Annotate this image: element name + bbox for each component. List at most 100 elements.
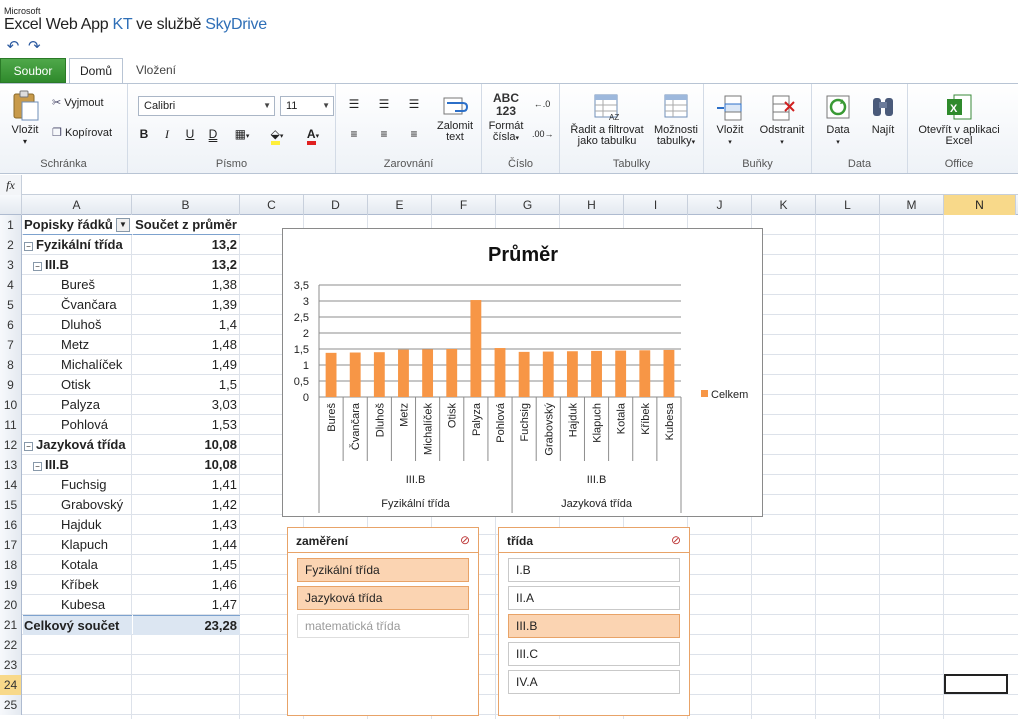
align-bottom-icon[interactable]: ☰ [404,94,424,114]
cut-button[interactable]: ✂ Vyjmout [52,94,104,112]
pivot-row-label[interactable]: Kotala [23,555,132,575]
slicer-item[interactable]: III.B [508,614,680,638]
delete-cells-button[interactable]: Odstranit ▾ [754,92,810,148]
column-header-b[interactable]: B [132,195,240,215]
number-format-button[interactable]: ABC 123 Formát čísla▾ [484,92,528,144]
underline-button[interactable]: U [180,124,200,144]
empty-cell[interactable] [133,635,240,655]
column-header-l[interactable]: L [816,195,880,215]
pivot-value[interactable]: 3,03 [133,395,240,415]
pivot-value[interactable]: 1,45 [133,555,240,575]
pivot-row-label[interactable]: Klapuch [23,535,132,555]
fill-color-button[interactable]: ⬙▾ [262,124,292,145]
empty-cell[interactable] [133,675,240,695]
slicer-item[interactable]: matematická třída [297,614,469,638]
collapse-icon[interactable]: − [33,262,42,271]
empty-cell[interactable] [23,655,132,675]
pivot-row-label[interactable]: Fuchsig [23,475,132,495]
row-header[interactable]: 17 [0,535,22,555]
row-header[interactable]: 15 [0,495,22,515]
pivot-value[interactable]: 1,4 [133,315,240,335]
pivot-value[interactable]: 1,48 [133,335,240,355]
column-header-e[interactable]: E [368,195,432,215]
row-header[interactable]: 24 [0,675,22,695]
row-header[interactable]: 13 [0,455,22,475]
pivot-row-label[interactable]: Michalíček [23,355,132,375]
pivot-row-label[interactable]: Palyza [23,395,132,415]
row-header[interactable]: 4 [0,275,22,295]
filter-dropdown-icon[interactable]: ▼ [116,218,130,232]
tab-insert[interactable]: Vložení [124,58,188,83]
pivot-row-label[interactable]: − III.B [23,255,132,275]
font-color-button[interactable]: A▾ [298,124,328,145]
pivot-row-label[interactable]: Dluhoš [23,315,132,335]
formula-input[interactable] [23,175,1013,195]
empty-cell[interactable] [133,695,240,715]
pivot-row-label[interactable]: Kubesa [23,595,132,615]
column-header-d[interactable]: D [304,195,368,215]
slicer-item[interactable]: III.C [508,642,680,666]
slicer-item[interactable]: IV.A [508,670,680,694]
pivot-value[interactable]: 1,39 [133,295,240,315]
pivot-value[interactable]: 1,49 [133,355,240,375]
row-header[interactable]: 10 [0,395,22,415]
empty-cell[interactable] [133,655,240,675]
align-center-icon[interactable]: ≡ [374,124,394,144]
row-header[interactable]: 22 [0,635,22,655]
pivot-value[interactable]: 10,08 [133,455,240,475]
column-header-n[interactable]: N [944,195,1016,215]
row-header[interactable]: 11 [0,415,22,435]
pivot-chart[interactable]: Průměr 0 0,5 1 1,5 2 2,5 3 3,5 Bureš Čvančara Dluho… [282,228,763,517]
pivot-value[interactable]: 1,41 [133,475,240,495]
pivot-row-label[interactable]: Bureš [23,275,132,295]
slicer-item[interactable]: I.B [508,558,680,582]
row-header[interactable]: 16 [0,515,22,535]
pivot-header-values[interactable]: Součet z průměr [133,215,240,235]
pivot-value[interactable]: 1,44 [133,535,240,555]
paste-button[interactable]: Vložit ▾ [6,90,44,147]
column-header-f[interactable]: F [432,195,496,215]
slicer-item[interactable]: II.A [508,586,680,610]
column-header-h[interactable]: H [560,195,624,215]
row-header[interactable]: 20 [0,595,22,615]
row-header[interactable]: 2 [0,235,22,255]
italic-button[interactable]: I [157,124,177,144]
double-underline-button[interactable]: D [203,124,223,144]
row-header[interactable]: 12 [0,435,22,455]
pivot-grand-total-value[interactable]: 23,28 [133,615,240,635]
pivot-value[interactable]: 1,46 [133,575,240,595]
row-header[interactable]: 6 [0,315,22,335]
data-button[interactable]: Data ▾ [818,92,858,148]
table-options-button[interactable]: Možnosti tabulky▾ [650,92,702,148]
collapse-icon[interactable]: − [24,242,33,251]
row-header[interactable]: 21 [0,615,22,635]
slicer-item[interactable]: Jazyková třída [297,586,469,610]
clear-filter-icon[interactable]: ⊘ [460,533,470,547]
tab-home[interactable]: Domů [69,58,123,84]
row-header[interactable]: 9 [0,375,22,395]
find-button[interactable]: Najít [862,92,904,136]
pivot-value[interactable]: 1,47 [133,595,240,615]
decrease-decimal-icon[interactable]: .00→ [532,124,554,144]
empty-cell[interactable] [23,635,132,655]
select-all-corner[interactable] [0,195,22,215]
column-header-c[interactable]: C [240,195,304,215]
increase-decimal-icon[interactable]: ←.0 [532,94,552,114]
empty-cell[interactable] [23,675,132,695]
pivot-value[interactable]: 10,08 [133,435,240,455]
redo-icon[interactable]: ↷ [25,38,43,56]
pivot-value[interactable]: 1,43 [133,515,240,535]
pivot-row-label[interactable]: − III.B [23,455,132,475]
column-header-j[interactable]: J [688,195,752,215]
row-header[interactable]: 23 [0,655,22,675]
slicer-trida[interactable]: třída ⊘ I.B II.A III.B III.C IV.A [498,527,690,716]
row-header[interactable]: 25 [0,695,22,715]
pivot-row-label[interactable]: Hajduk [23,515,132,535]
pivot-row-label[interactable]: − Jazyková třída [23,435,132,455]
undo-icon[interactable]: ↶ [4,38,22,56]
align-left-icon[interactable]: ≡ [344,124,364,144]
pivot-value[interactable]: 1,53 [133,415,240,435]
pivot-row-label[interactable]: Metz [23,335,132,355]
pivot-row-label[interactable]: Otisk [23,375,132,395]
column-header-g[interactable]: G [496,195,560,215]
